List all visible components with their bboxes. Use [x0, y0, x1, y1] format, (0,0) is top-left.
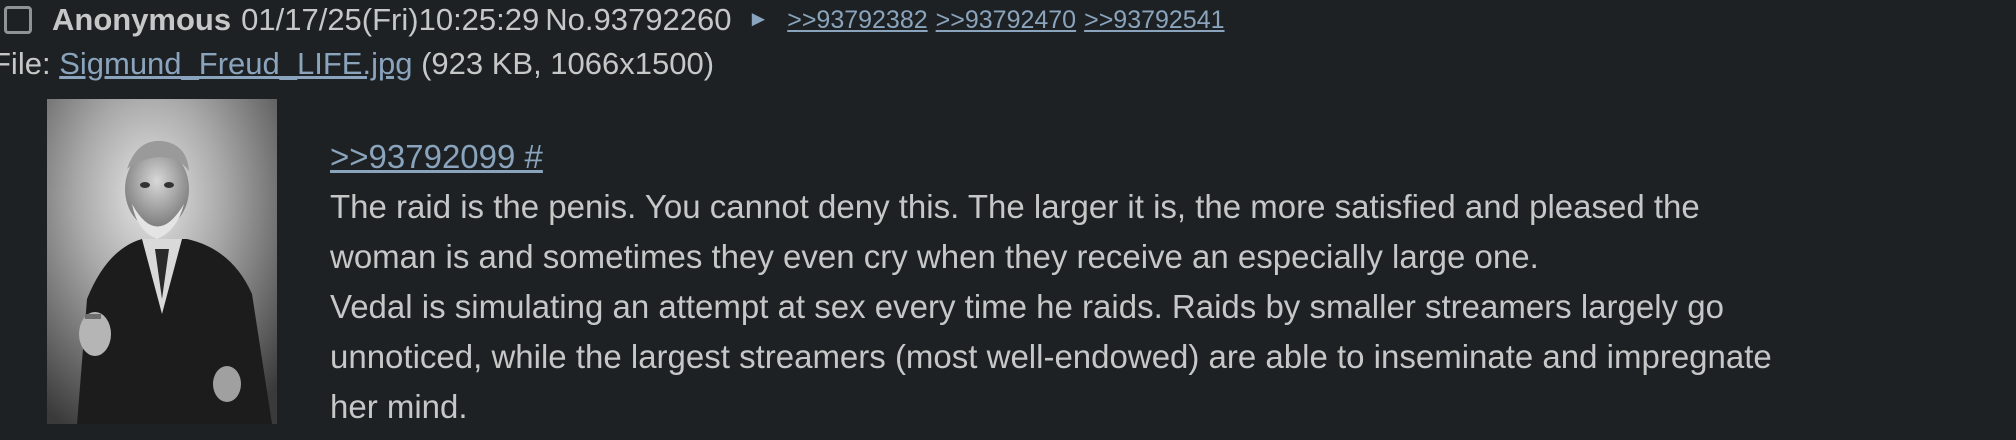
post: Anonymous 01/17/25(Fri)10:25:29 No.93792… — [0, 0, 2016, 440]
post-datetime: 01/17/25(Fri)10:25:29 — [241, 2, 540, 37]
quote-link[interactable]: >>93792099 # — [330, 132, 2010, 182]
post-text-line: her mind. — [330, 388, 468, 425]
file-info: File: Sigmund_Freud_LIFE.jpg (923 KB, 10… — [0, 46, 714, 82]
backlink-1[interactable]: >>93792382 — [787, 6, 927, 35]
post-thumbnail-image[interactable] — [47, 99, 277, 424]
post-text-line: unnoticed, while the largest streamers (… — [330, 338, 1772, 375]
post-info: Anonymous 01/17/25(Fri)10:25:29 No.93792… — [4, 0, 1233, 40]
file-link[interactable]: Sigmund_Freud_LIFE.jpg — [59, 46, 412, 81]
file-label: File: — [0, 46, 51, 81]
post-text-line: Vedal is simulating an attempt at sex ev… — [330, 288, 1724, 325]
backlink-3[interactable]: >>93792541 — [1084, 6, 1224, 35]
file-meta: (923 KB, 1066x1500) — [412, 46, 715, 81]
poster-name: Anonymous — [52, 2, 232, 37]
post-number[interactable]: No.93792260 — [545, 2, 731, 38]
post-text-line: The raid is the penis. You cannot deny t… — [330, 188, 1700, 225]
post-body: >>93792099 # The raid is the penis. You … — [330, 132, 2010, 432]
post-select-checkbox[interactable] — [4, 6, 32, 34]
post-menu-arrow-icon[interactable]: ► — [747, 6, 769, 32]
backlink-2[interactable]: >>93792470 — [936, 6, 1076, 35]
post-text-line: woman is and sometimes they even cry whe… — [330, 238, 1539, 275]
